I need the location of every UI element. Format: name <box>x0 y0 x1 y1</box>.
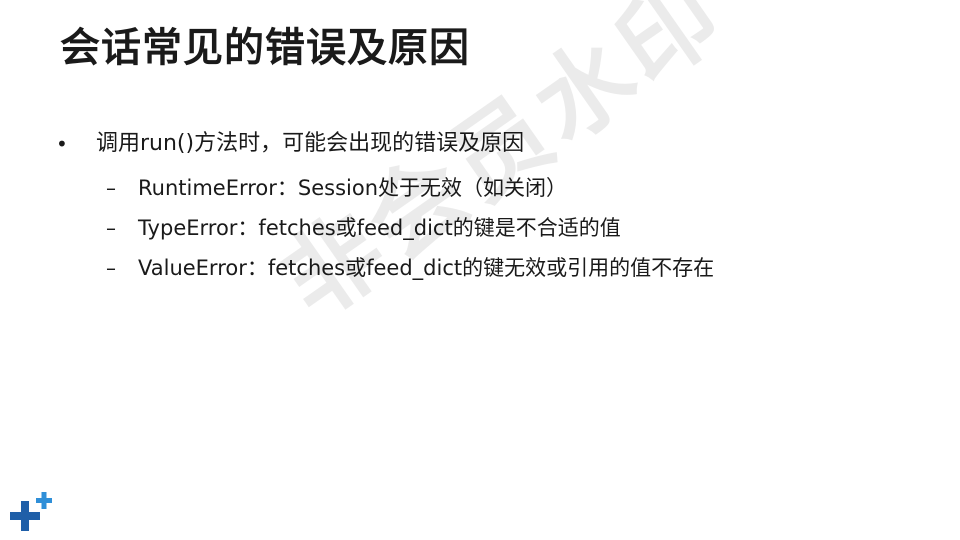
sub-item-text: TypeError：fetches或feed_dict的键是不合适的值 <box>138 216 621 240</box>
bullet-list: • 调用run()方法时，可能会出现的错误及原因 – RuntimeError：… <box>56 128 876 288</box>
dash-mark: – <box>106 216 116 240</box>
dash-mark: – <box>106 176 116 200</box>
sub-item-text: ValueError：fetches或feed_dict的键无效或引用的值不存在 <box>138 256 715 280</box>
slide-title: 会话常见的错误及原因 <box>60 25 470 71</box>
sub-item-type-error: – TypeError：fetches或feed_dict的键是不合适的值 <box>106 208 876 248</box>
plus-cross-logo-icon <box>10 492 52 531</box>
bullet-mark: • <box>56 132 68 156</box>
sub-item-runtime-error: – RuntimeError：Session处于无效（如关闭） <box>106 168 876 208</box>
bullet-item: • 调用run()方法时，可能会出现的错误及原因 <box>56 128 876 160</box>
sub-item-text: RuntimeError：Session处于无效（如关闭） <box>138 176 568 200</box>
bullet-text: 调用run()方法时，可能会出现的错误及原因 <box>96 131 525 156</box>
dash-mark: – <box>106 256 116 280</box>
sub-list: – RuntimeError：Session处于无效（如关闭） – TypeEr… <box>56 168 876 288</box>
sub-item-value-error: – ValueError：fetches或feed_dict的键无效或引用的值不… <box>106 248 876 288</box>
slide: 会话常见的错误及原因 • 调用run()方法时，可能会出现的错误及原因 – Ru… <box>0 0 960 540</box>
